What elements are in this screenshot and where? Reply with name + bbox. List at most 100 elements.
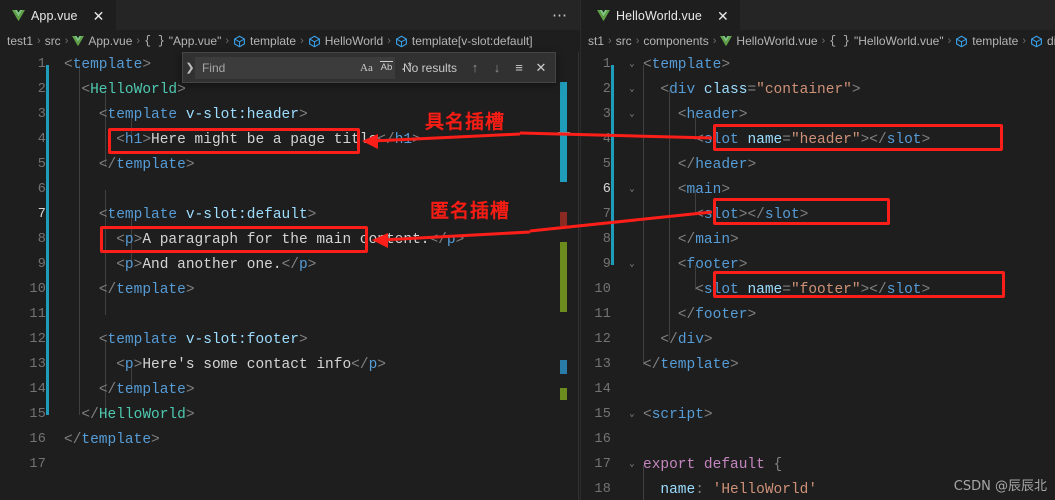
code-line[interactable]: 3 ⌄ <header>: [581, 102, 1055, 127]
fold-chevron-down-icon[interactable]: ⌄: [625, 85, 639, 94]
fold-chevron-down-icon[interactable]: ⌄: [625, 460, 639, 469]
code-line[interactable]: 12 </div>: [581, 327, 1055, 352]
breadcrumb-item[interactable]: template: [230, 34, 299, 48]
fold-chevron-down-icon[interactable]: ⌄: [625, 110, 639, 119]
code-text: </HelloWorld>: [81, 406, 195, 423]
more-actions-icon[interactable]: ⋯: [552, 8, 568, 23]
find-widget[interactable]: ❯ Aa Ab .* No results ↑ ↓ ≡ ✕: [182, 52, 556, 83]
code-text: <template v-slot:header>: [98, 106, 308, 123]
find-input-wrap[interactable]: Aa Ab .*: [194, 56, 413, 79]
code-line[interactable]: 14: [581, 377, 1055, 402]
find-in-selection-icon[interactable]: ≡: [509, 58, 529, 78]
overview-ruler-left[interactable]: [556, 52, 580, 500]
code-line[interactable]: 4 <slot name="header"></slot>: [581, 127, 1055, 152]
code-line[interactable]: 8 <p>A paragraph for the main content.</…: [0, 227, 580, 252]
pane-divider: [578, 52, 579, 500]
code-line[interactable]: 7 <template v-slot:default>: [0, 202, 580, 227]
line-number: 17: [594, 457, 611, 472]
code-line[interactable]: 10 <slot name="footer"></slot>: [581, 277, 1055, 302]
whole-word-icon[interactable]: Ab: [377, 58, 396, 77]
breadcrumb-label: "HelloWorld.vue": [853, 34, 944, 48]
code-line[interactable]: 12 <template v-slot:footer>: [0, 327, 580, 352]
code-line[interactable]: 4 <h1>Here might be a page title</h1>: [0, 127, 580, 152]
breadcrumb-label: src: [44, 34, 61, 48]
breadcrumb-item[interactable]: di: [1027, 34, 1055, 48]
code-text: <script>: [643, 406, 713, 423]
code-line[interactable]: 11 </footer>: [581, 302, 1055, 327]
match-case-label: Aa: [360, 61, 373, 74]
ruler-mark-selection: [560, 388, 567, 400]
breadcrumb-item[interactable]: src: [613, 34, 635, 48]
breadcrumb-item[interactable]: { } "App.vue": [141, 34, 224, 48]
code-line[interactable]: 3 <template v-slot:header>: [0, 102, 580, 127]
code-text: <slot name="header"></slot>: [695, 131, 931, 148]
line-number: 12: [594, 332, 611, 347]
next-match-icon[interactable]: ↓: [487, 58, 507, 78]
breadcrumb-item[interactable]: App.vue: [69, 34, 135, 48]
code-line[interactable]: 2 ⌄ <div class="container">: [581, 77, 1055, 102]
code-line[interactable]: 18 name: 'HelloWorld': [581, 477, 1055, 500]
breadcrumb-item[interactable]: template[v-slot:default]: [392, 34, 536, 48]
braces-icon: { }: [829, 34, 850, 48]
ruler-mark-info: [560, 360, 567, 374]
vue-icon: [720, 35, 733, 46]
find-input[interactable]: [201, 58, 357, 77]
code-line[interactable]: 6: [0, 177, 580, 202]
tab-app-vue[interactable]: App.vue ✕: [0, 0, 116, 30]
line-number: 8: [602, 232, 611, 247]
close-find-icon[interactable]: ✕: [531, 58, 551, 78]
breadcrumb-item[interactable]: template: [952, 34, 1021, 48]
code-line[interactable]: 17: [0, 452, 580, 477]
code-line[interactable]: 8 </main>: [581, 227, 1055, 252]
code-line[interactable]: 16: [581, 427, 1055, 452]
code-line[interactable]: 5 </header>: [581, 152, 1055, 177]
fold-chevron-down-icon[interactable]: ⌄: [625, 260, 639, 269]
code-line[interactable]: 5 </template>: [0, 152, 580, 177]
code-line[interactable]: 14 </template>: [0, 377, 580, 402]
code-line[interactable]: 17 ⌄ export default {: [581, 452, 1055, 477]
line-number: 6: [602, 182, 611, 197]
code-line[interactable]: 9 ⌄ <footer>: [581, 252, 1055, 277]
breadcrumb-item[interactable]: HelloWorld: [305, 34, 386, 48]
line-number: 6: [37, 182, 46, 197]
close-icon[interactable]: ✕: [716, 9, 730, 23]
fold-chevron-down-icon[interactable]: ⌄: [625, 185, 639, 194]
code-line[interactable]: 15 ⌄ <script>: [581, 402, 1055, 427]
code-line[interactable]: 11: [0, 302, 580, 327]
breadcrumb-label: template[v-slot:default]: [411, 34, 533, 48]
code-line[interactable]: 9 <p>And another one.</p>: [0, 252, 580, 277]
code-text: <p>And another one.</p>: [116, 256, 317, 273]
code-line[interactable]: 16 </template>: [0, 427, 580, 452]
ruler-cursor-line: [558, 132, 570, 134]
breadcrumb-item[interactable]: components: [640, 34, 711, 48]
code-text: <template>: [643, 56, 731, 73]
code-line[interactable]: 15 </HelloWorld>: [0, 402, 580, 427]
code-text: </template>: [643, 356, 739, 373]
match-case-icon[interactable]: Aa: [357, 58, 376, 77]
fold-chevron-down-icon[interactable]: ⌄: [625, 60, 639, 69]
breadcrumb-item[interactable]: test1: [4, 34, 36, 48]
code-editor-right[interactable]: 1 ⌄ <template> 2 ⌄ <div class="container"> 3 ⌄…: [581, 52, 1055, 500]
breadcrumb-item[interactable]: st1: [585, 34, 607, 48]
toggle-replace-icon[interactable]: ❯: [185, 61, 195, 74]
code-line[interactable]: 7 <slot></slot>: [581, 202, 1055, 227]
use-regex-icon[interactable]: .*: [397, 58, 416, 77]
tab-helloworld-vue[interactable]: HelloWorld.vue ✕: [581, 0, 740, 30]
close-icon[interactable]: ✕: [92, 9, 106, 23]
line-number: 14: [594, 382, 611, 397]
code-line[interactable]: 6 ⌄ <main>: [581, 177, 1055, 202]
ruler-mark-error: [560, 212, 567, 226]
fold-chevron-down-icon[interactable]: ⌄: [625, 410, 639, 419]
previous-match-icon[interactable]: ↑: [465, 58, 485, 78]
braces-icon: { }: [144, 34, 165, 48]
code-line[interactable]: 10 </template>: [0, 277, 580, 302]
line-number: 15: [594, 407, 611, 422]
code-line[interactable]: 13 </template>: [581, 352, 1055, 377]
code-line[interactable]: 1 ⌄ <template>: [581, 52, 1055, 77]
code-text: <h1>Here might be a page title</h1>: [116, 131, 421, 148]
breadcrumb-item[interactable]: HelloWorld.vue: [717, 34, 820, 48]
breadcrumb-item[interactable]: { } "HelloWorld.vue": [826, 34, 946, 48]
code-editor-left[interactable]: 1 <template> 2 <HelloWorld> 3 <template v-s…: [0, 52, 580, 500]
code-line[interactable]: 13 <p>Here's some contact info</p>: [0, 352, 580, 377]
breadcrumb-item[interactable]: src: [42, 34, 64, 48]
